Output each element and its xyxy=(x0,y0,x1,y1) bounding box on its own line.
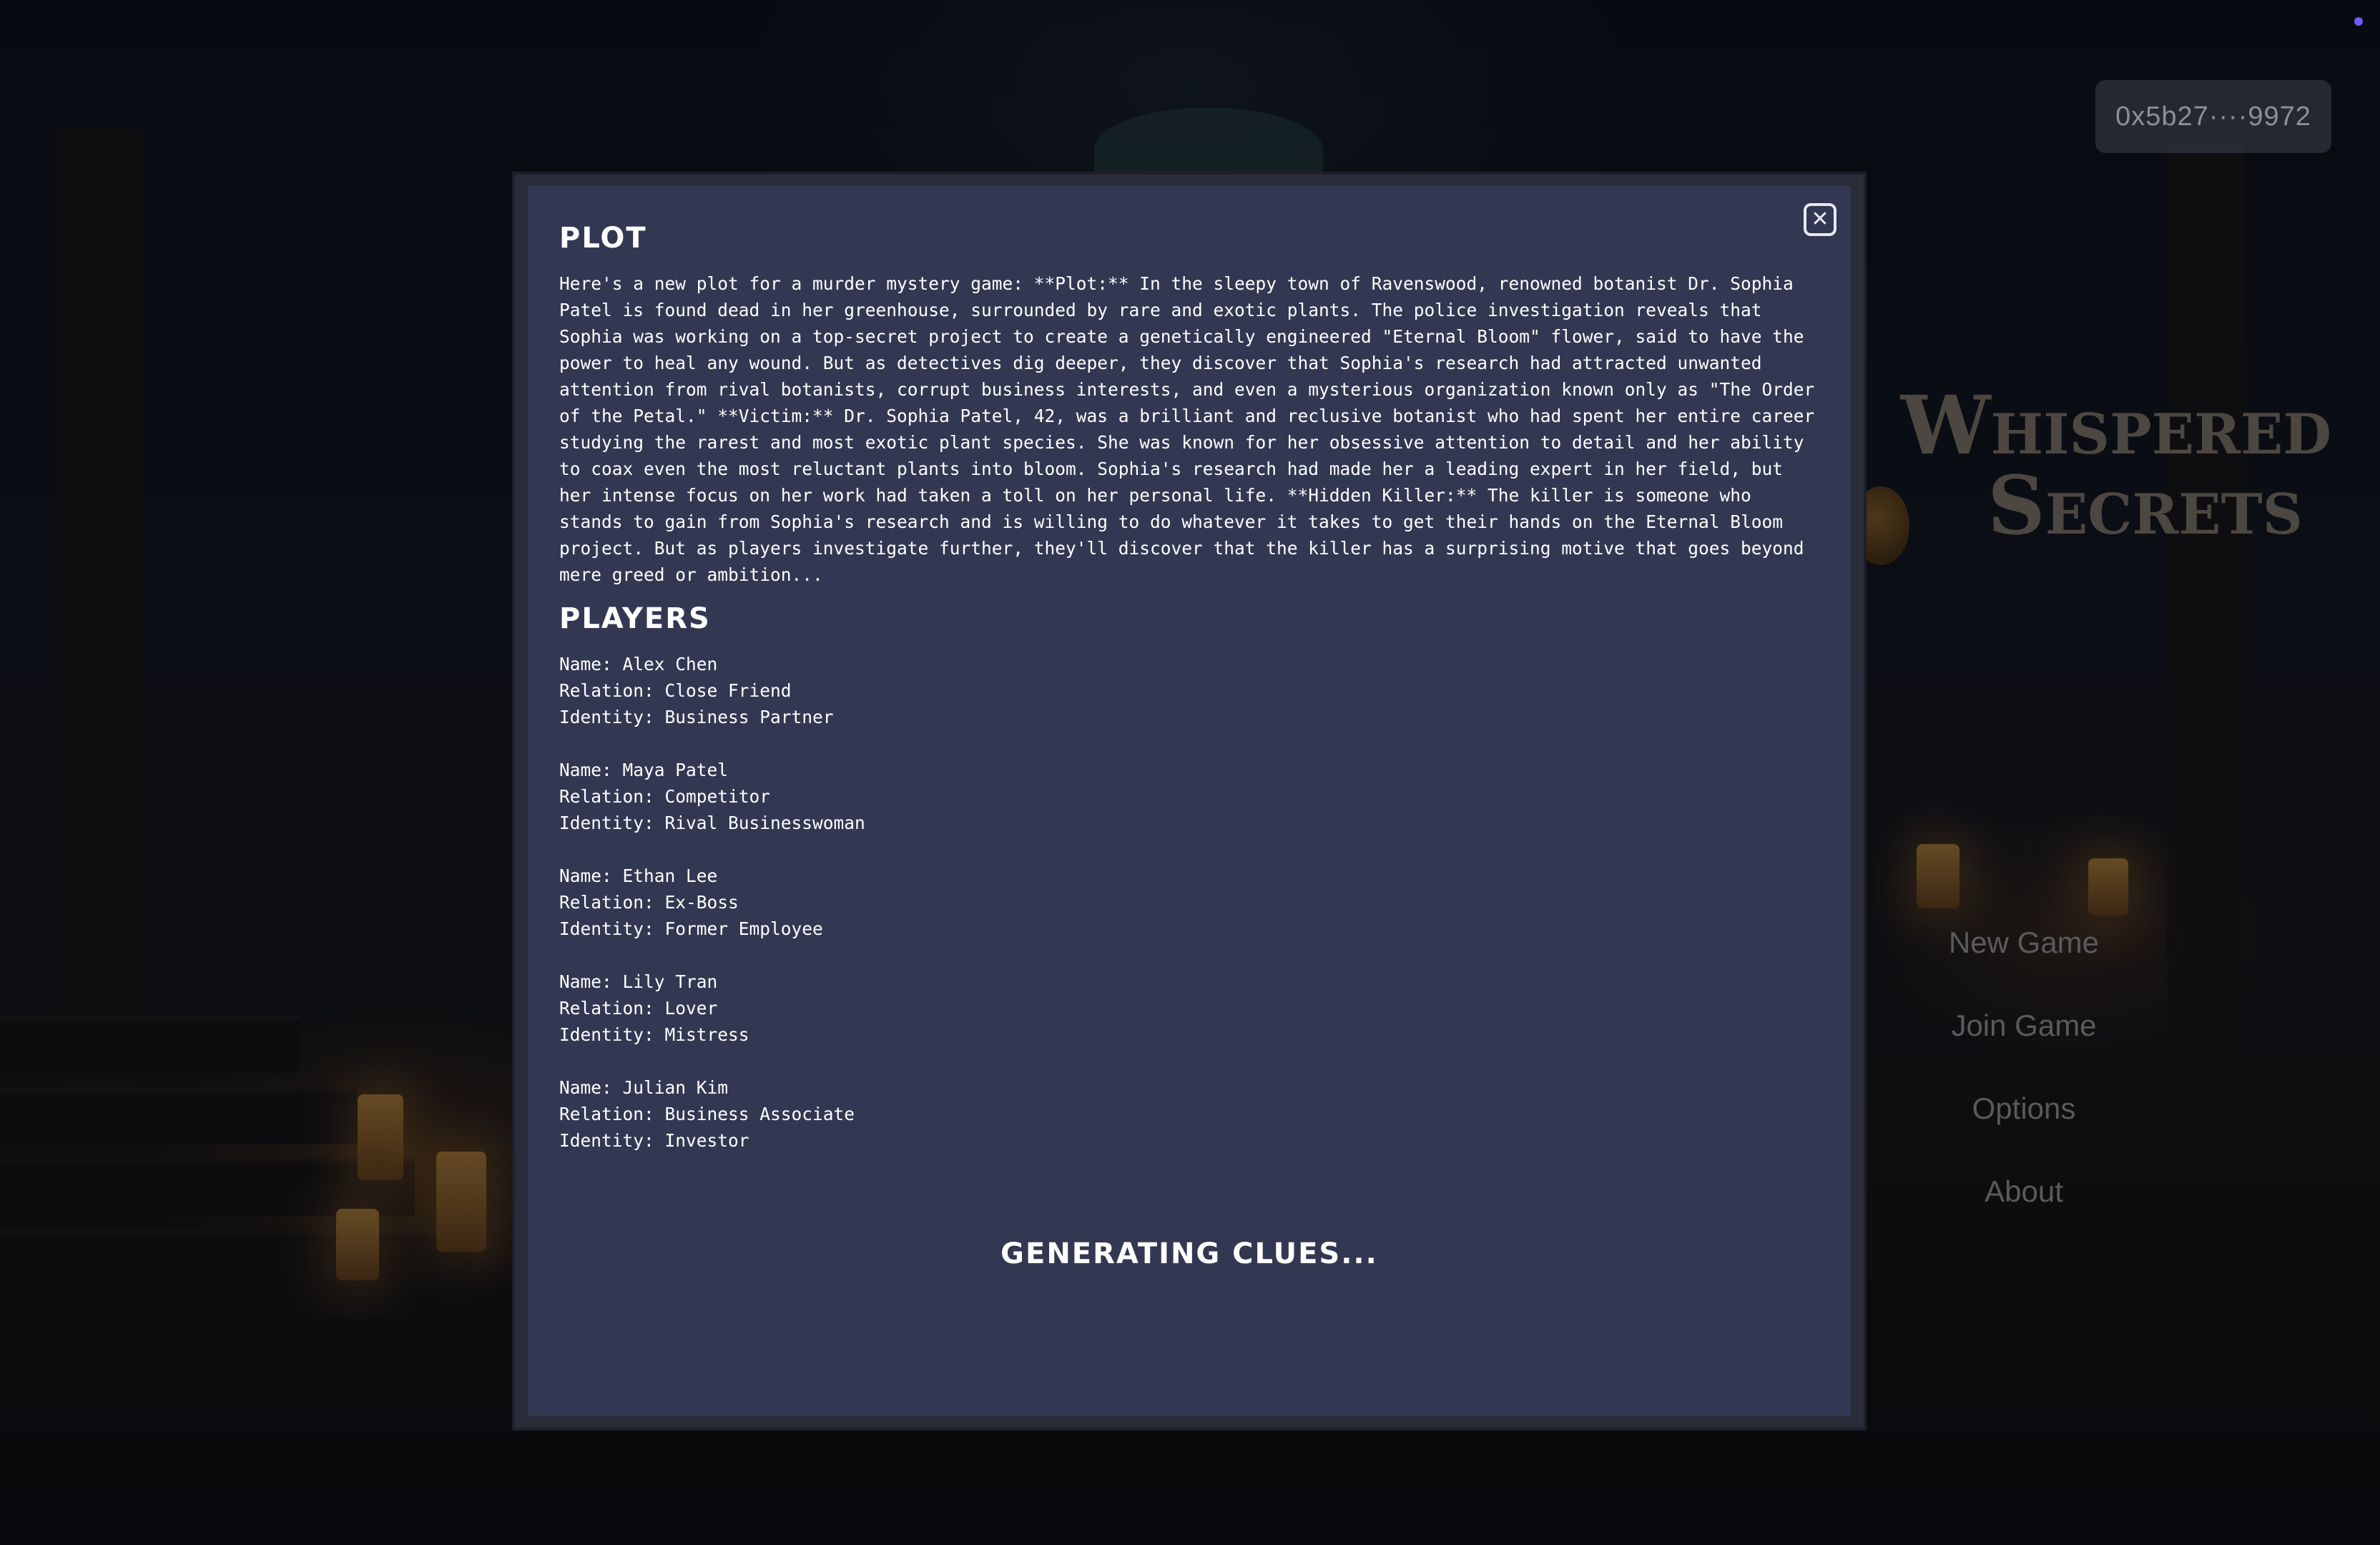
plot-modal-content: ✕ Plot Here's a new plot for a murder my… xyxy=(528,186,1851,1416)
player-name: Name: Maya Patel xyxy=(559,760,729,780)
plot-text: Here's a new plot for a murder mystery g… xyxy=(559,273,1815,585)
player-name: Name: Ethan Lee xyxy=(559,865,718,886)
game-title-line1: Whispered xyxy=(1900,379,2331,473)
players-heading: Players xyxy=(559,602,711,635)
game-title-line2: Secrets xyxy=(1987,459,2303,553)
player-name: Name: Alex Chen xyxy=(559,654,718,675)
generating-status: Generating clues... xyxy=(1000,1237,1378,1270)
player-identity: Identity: Investor xyxy=(559,1130,749,1151)
close-button[interactable]: ✕ xyxy=(1804,203,1836,236)
wallet-address-button[interactable]: 0x5b27····9972 xyxy=(2095,80,2331,153)
player-relation: Relation: Competitor xyxy=(559,786,771,807)
menu-item-options[interactable]: Options xyxy=(1972,1067,2076,1150)
player-identity: Identity: Former Employee xyxy=(559,918,823,939)
status-dot xyxy=(2354,17,2363,26)
player-relation: Relation: Ex-Boss xyxy=(559,892,739,913)
player-relation: Relation: Business Associate xyxy=(559,1104,855,1124)
player-name: Name: Lily Tran xyxy=(559,971,718,992)
menu-item-about[interactable]: About xyxy=(1985,1150,2063,1233)
menu-item-join-game[interactable]: Join Game xyxy=(1951,984,2096,1067)
player-card: Name: Ethan Lee Relation: Ex-Boss Identi… xyxy=(559,863,1819,942)
game-title: Whispered Secrets xyxy=(1831,386,2331,546)
player-relation: Relation: Lover xyxy=(559,998,718,1019)
game-screen: 0x5b27····9972 Whispered Secrets New Gam… xyxy=(0,0,2380,1545)
player-card: Name: Julian Kim Relation: Business Asso… xyxy=(559,1074,1819,1154)
player-identity: Identity: Mistress xyxy=(559,1024,749,1045)
players-list: Name: Alex Chen Relation: Close Friend I… xyxy=(559,651,1819,1154)
player-identity: Identity: Business Partner xyxy=(559,707,834,727)
menu-item-new-game[interactable]: New Game xyxy=(1949,901,2099,984)
player-card: Name: Lily Tran Relation: Lover Identity… xyxy=(559,968,1819,1048)
player-card: Name: Alex Chen Relation: Close Friend I… xyxy=(559,651,1819,730)
close-icon: ✕ xyxy=(1811,207,1829,232)
player-card: Name: Maya Patel Relation: Competitor Id… xyxy=(559,757,1819,836)
wallet-address: 0x5b27····9972 xyxy=(2115,101,2311,132)
plot-modal: ✕ Plot Here's a new plot for a murder my… xyxy=(512,172,1867,1431)
player-name: Name: Julian Kim xyxy=(559,1077,729,1098)
plot-heading: Plot xyxy=(559,222,647,255)
player-relation: Relation: Close Friend xyxy=(559,680,792,701)
main-menu: New Game Join Game Options About xyxy=(1881,901,2167,1233)
player-identity: Identity: Rival Businesswoman xyxy=(559,813,865,833)
